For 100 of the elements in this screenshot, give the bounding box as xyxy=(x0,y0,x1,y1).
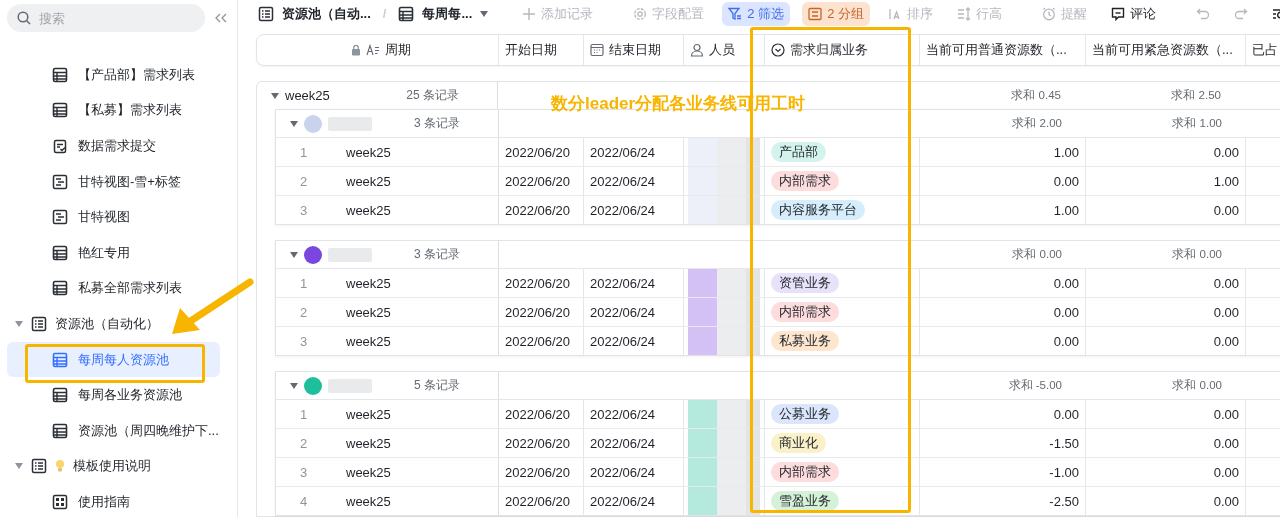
table-cell: 0.00 xyxy=(1213,202,1239,218)
table-cell: 0.00 xyxy=(1213,304,1239,320)
breadcrumb-item[interactable]: 每周每... xyxy=(422,4,473,23)
person-icon xyxy=(690,43,704,57)
row-number: 4 xyxy=(299,493,309,509)
row-number: 2 xyxy=(299,435,309,451)
sidebar-item[interactable]: 模板使用说明 xyxy=(7,448,220,485)
tag: 内容服务平台 xyxy=(771,200,865,220)
grid-icon xyxy=(52,493,68,510)
column-header[interactable]: 当前可用紧急资源数（... xyxy=(1092,41,1233,59)
sum-text: 求和 2.00 xyxy=(1012,116,1062,131)
sum-text: 求和 0.00 xyxy=(1012,247,1062,262)
table-cell: 0.00 xyxy=(1213,464,1239,480)
tag: 内部需求 xyxy=(771,302,839,322)
table-icon xyxy=(52,280,68,297)
sidebar-item[interactable]: 私募全部需求列表 xyxy=(7,270,220,307)
table-cell: week25 xyxy=(346,333,391,349)
caret-icon xyxy=(271,92,279,99)
table-cell: 2022/06/20 xyxy=(505,304,571,320)
table-cell: 0.00 xyxy=(1213,493,1239,509)
table-cell: week25 xyxy=(346,406,391,422)
search-input[interactable]: 搜索 xyxy=(37,9,195,27)
table-cell: 2022/06/24 xyxy=(590,173,656,189)
caret-icon xyxy=(290,382,298,389)
table-cell: 0.00 xyxy=(1213,406,1239,422)
row-number: 2 xyxy=(299,304,309,320)
column-header[interactable]: 已占 xyxy=(1252,41,1278,59)
list-icon xyxy=(31,315,47,332)
search-icon xyxy=(17,11,31,25)
blurred-person xyxy=(688,400,760,428)
comment-button[interactable]: 评论 xyxy=(1105,1,1162,26)
table-cell: 0.00 xyxy=(1053,275,1079,291)
filter-button[interactable]: 2 筛选 xyxy=(722,1,791,26)
column-header[interactable]: 当前可用普通资源数（... xyxy=(926,41,1067,59)
table-cell: week25 xyxy=(346,144,391,160)
table-cell: 2022/06/24 xyxy=(590,435,656,451)
row-number: 1 xyxy=(299,406,309,422)
table-cell: 0.00 xyxy=(1213,333,1239,349)
sidebar-item[interactable]: 使用指南 xyxy=(7,484,220,517)
sidebar-item[interactable]: 【产品部】需求列表 xyxy=(7,57,220,93)
sidebar-item[interactable]: 数据需求提交 xyxy=(7,128,220,164)
list-icon xyxy=(31,458,47,475)
record-count: 3 条记录 xyxy=(414,115,460,132)
sum-text: 求和 1.00 xyxy=(1172,116,1222,131)
table-cell: 2022/06/24 xyxy=(590,493,656,509)
sidebar-item[interactable]: 艳红专用 xyxy=(7,234,220,271)
table-cell: 0.00 xyxy=(1213,144,1239,160)
table-cell: 1.00 xyxy=(1213,173,1239,189)
sidebar-item[interactable]: 资源池（自动化） xyxy=(7,306,220,342)
sidebar-item[interactable]: 【私募】需求列表 xyxy=(7,92,220,129)
alarm-clock-icon xyxy=(1042,6,1056,21)
table-cell: 2022/06/20 xyxy=(505,493,571,509)
table-cell: week25 xyxy=(346,493,391,509)
settings-icon xyxy=(633,6,648,21)
table-cell: 1.00 xyxy=(1053,144,1079,160)
sidebar-item[interactable]: 资源池（周四晚维护下... xyxy=(7,412,220,449)
tag: 内部需求 xyxy=(771,171,839,191)
breadcrumb-separator: / xyxy=(382,6,387,21)
table-cell: 0.00 xyxy=(1213,435,1239,451)
row-height-icon xyxy=(957,6,971,21)
table-cell: -1.50 xyxy=(1049,435,1079,451)
table-cell: 2022/06/24 xyxy=(590,406,656,422)
table-cell: 0.00 xyxy=(1053,406,1079,422)
caret-icon xyxy=(290,251,298,258)
record-count: 3 条记录 xyxy=(414,246,460,263)
sidebar-item[interactable]: 甘特视图 xyxy=(7,199,220,235)
comment-icon xyxy=(1111,6,1125,21)
column-header[interactable]: 开始日期 xyxy=(505,41,557,59)
blurred-person xyxy=(688,138,760,166)
sum-text: 求和 2.50 xyxy=(1171,88,1221,103)
column-header[interactable]: 周期 xyxy=(384,41,411,59)
column-header[interactable]: 结束日期 xyxy=(609,41,661,59)
table-cell: -1.00 xyxy=(1049,464,1079,480)
calendar-icon xyxy=(590,43,604,57)
table-cell: 2022/06/24 xyxy=(590,144,656,160)
table-icon xyxy=(52,66,68,83)
breadcrumb-item[interactable]: 资源池（自动... xyxy=(282,4,371,23)
tag: 资管业务 xyxy=(771,273,839,293)
list-icon xyxy=(258,5,274,22)
plus-icon xyxy=(522,6,537,21)
table-icon xyxy=(52,102,68,119)
table-cell: 2022/06/20 xyxy=(505,173,571,189)
record-count: 25 条记录 xyxy=(406,87,459,104)
sidebar-item[interactable]: 甘特视图-雪+标签 xyxy=(7,163,220,200)
blurred-person xyxy=(688,167,760,195)
table-cell: 2022/06/24 xyxy=(590,464,656,480)
table-cell: 0.00 xyxy=(1053,304,1079,320)
row-number: 2 xyxy=(299,173,309,189)
table-icon xyxy=(398,5,415,22)
table-cell: 0.00 xyxy=(1053,333,1079,349)
search-field[interactable]: 搜索 xyxy=(7,4,205,32)
sidebar-item[interactable]: 每周每人资源池 xyxy=(7,341,220,378)
caret-icon xyxy=(290,120,298,127)
sum-text: 求和 0.00 xyxy=(1172,247,1222,262)
table-cell: 0.00 xyxy=(1213,275,1239,291)
column-header[interactable]: 需求归属业务 xyxy=(790,41,868,59)
column-header[interactable]: 人员 xyxy=(709,41,735,59)
record-count: 5 条记录 xyxy=(414,377,460,394)
sidebar-item[interactable]: 每周各业务资源池 xyxy=(7,377,220,413)
collapse-icon[interactable] xyxy=(215,13,227,23)
